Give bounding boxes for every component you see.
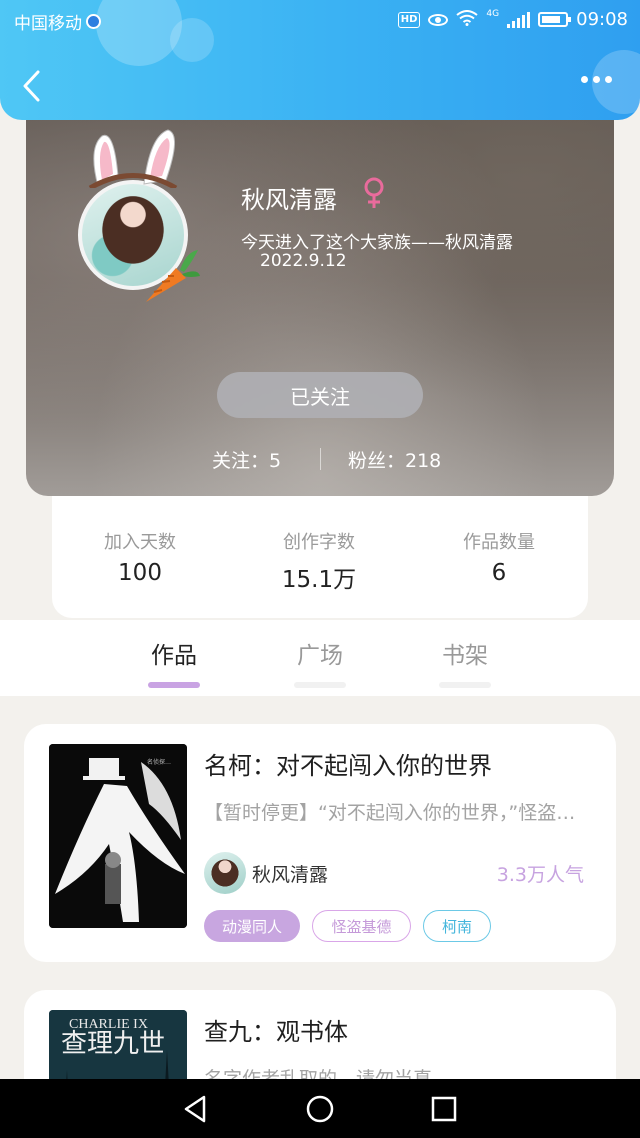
tag-chip[interactable]: 动漫同人 (204, 910, 300, 942)
bio-text: 今天进入了这个大家族——秋风清露 (241, 233, 513, 253)
stat-label: 加入天数 (104, 532, 176, 553)
dot-icon (593, 76, 600, 83)
nav-recent-apps-icon[interactable] (428, 1093, 460, 1125)
wifi-icon (456, 9, 479, 30)
book-title[interactable]: 查九：观书体 (204, 1012, 348, 1047)
female-gender-icon (364, 177, 384, 208)
stat-label: 创作字数 (283, 532, 355, 553)
tab-bar: 作品 广场 书架 (0, 620, 640, 696)
svg-text:查理九世: 查理九世 (61, 1029, 165, 1058)
status-bar: 中国移动 HD 4G 09:08 (0, 0, 640, 40)
carrier-name: 中国移动 (14, 14, 82, 34)
stat-join-days: 加入天数 100 (70, 528, 210, 586)
nav-home-icon[interactable] (304, 1093, 336, 1125)
bunny-ears-icon (88, 129, 178, 188)
hd-icon: HD (397, 11, 421, 28)
tag-chip[interactable]: 怪盗基德 (312, 910, 411, 942)
tab-bookshelf[interactable]: 书架 (425, 636, 505, 688)
network-type-label: 4G (486, 9, 500, 19)
profile-card: 秋风清露 今天进入了这个大家族——秋风清露 2022.9.12 已关注 关注：5… (26, 100, 614, 496)
tab-works[interactable]: 作品 (134, 636, 214, 688)
system-navigation-bar (0, 1079, 640, 1138)
bio-date: 2022.9.12 (260, 251, 347, 271)
status-icons: HD 4G 09:08 (397, 9, 628, 30)
fans-count[interactable]: 粉丝：218 (348, 446, 441, 473)
book-title[interactable]: 名柯：对不起闯入你的世界 (204, 746, 492, 781)
chevron-left-icon (23, 70, 40, 102)
back-button[interactable] (20, 66, 48, 106)
battery-icon (538, 12, 572, 27)
top-header: 中国移动 HD 4G 09:08 (0, 0, 640, 120)
book-description: 【暂时停更】“对不起闯入你的世界，”怪盗基德…… (204, 802, 594, 824)
stat-value: 6 (491, 560, 507, 586)
signal-icon (507, 11, 531, 28)
dot-icon (581, 76, 588, 83)
book-cover-art: 名侦探… (49, 744, 187, 928)
work-card[interactable]: 名侦探… 名柯：对不起闯入你的世界 【暂时停更】“对不起闯入你的世界，”怪盗基德… (24, 724, 616, 962)
stat-value: 100 (118, 560, 162, 586)
tab-indicator (148, 682, 200, 688)
stat-works-count: 作品数量 6 (429, 528, 569, 586)
dot-icon (605, 76, 612, 83)
author-avatar[interactable] (204, 852, 246, 894)
nickname: 秋风清露 (241, 186, 337, 214)
popularity-count: 3.3万人气 (496, 864, 584, 886)
eye-comfort-icon (428, 13, 449, 26)
follow-stats: 关注：5 粉丝：218 (26, 446, 614, 476)
book-cover[interactable]: 名侦探… (49, 744, 187, 928)
carrier-group: 中国移动 (14, 9, 101, 34)
nav-back-icon[interactable] (180, 1093, 212, 1125)
divider (320, 448, 321, 470)
tab-label: 书架 (442, 643, 488, 669)
stat-word-count: 创作字数 15.1万 (249, 528, 389, 594)
following-count[interactable]: 关注：5 (212, 446, 281, 473)
clock: 09:08 (576, 9, 628, 30)
tab-indicator (439, 682, 491, 688)
stat-label: 作品数量 (463, 532, 535, 553)
avatar-frame[interactable] (78, 129, 200, 302)
tab-square[interactable]: 广场 (280, 636, 360, 688)
stats-card: 加入天数 100 创作字数 15.1万 作品数量 6 (52, 494, 588, 618)
more-button[interactable] (581, 76, 612, 83)
carrot-icon (146, 250, 200, 302)
tab-label: 作品 (151, 643, 197, 669)
tab-label: 广场 (297, 643, 343, 669)
location-badge-icon (86, 14, 101, 29)
tag-chip[interactable]: 柯南 (423, 910, 491, 942)
svg-text:名侦探…: 名侦探… (147, 758, 171, 766)
following-button[interactable]: 已关注 (217, 372, 423, 418)
author-name[interactable]: 秋风清露 (252, 860, 328, 887)
stat-value: 15.1万 (281, 567, 357, 593)
tab-indicator (294, 682, 346, 688)
